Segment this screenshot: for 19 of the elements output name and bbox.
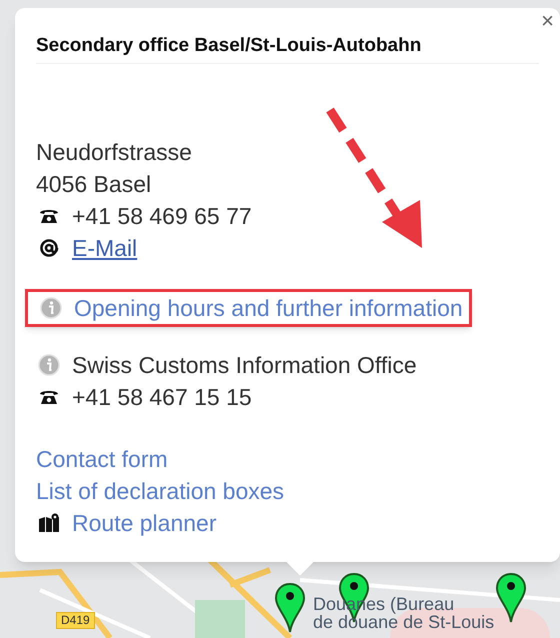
map-icon bbox=[36, 513, 62, 533]
office-name: Swiss Customs Information Office bbox=[72, 351, 417, 380]
popup-link[interactable]: Contact form bbox=[36, 443, 168, 475]
popup-link[interactable]: Route planner bbox=[72, 507, 216, 539]
info-icon bbox=[38, 297, 64, 319]
info-link[interactable]: Opening hours and further information bbox=[74, 292, 463, 324]
phone-number: +41 58 469 65 77 bbox=[72, 202, 252, 231]
info-icon bbox=[36, 354, 62, 376]
address-line: Neudorfstrasse bbox=[36, 138, 193, 167]
map-pin-icon bbox=[495, 572, 527, 624]
close-button[interactable]: × bbox=[541, 10, 554, 32]
address-line: 4056 Basel bbox=[36, 170, 152, 199]
map-pin-icon bbox=[274, 582, 306, 634]
road-number-label: D419 bbox=[56, 612, 95, 629]
email-link[interactable]: E-Mail bbox=[72, 232, 138, 264]
popup-link[interactable]: List of declaration boxes bbox=[36, 475, 284, 507]
popup-title: Secondary office Basel/St-Louis-Autobahn bbox=[36, 33, 539, 64]
place-label: de douane de St-Louis bbox=[313, 613, 494, 631]
phone-number: +41 58 467 15 15 bbox=[72, 383, 252, 412]
